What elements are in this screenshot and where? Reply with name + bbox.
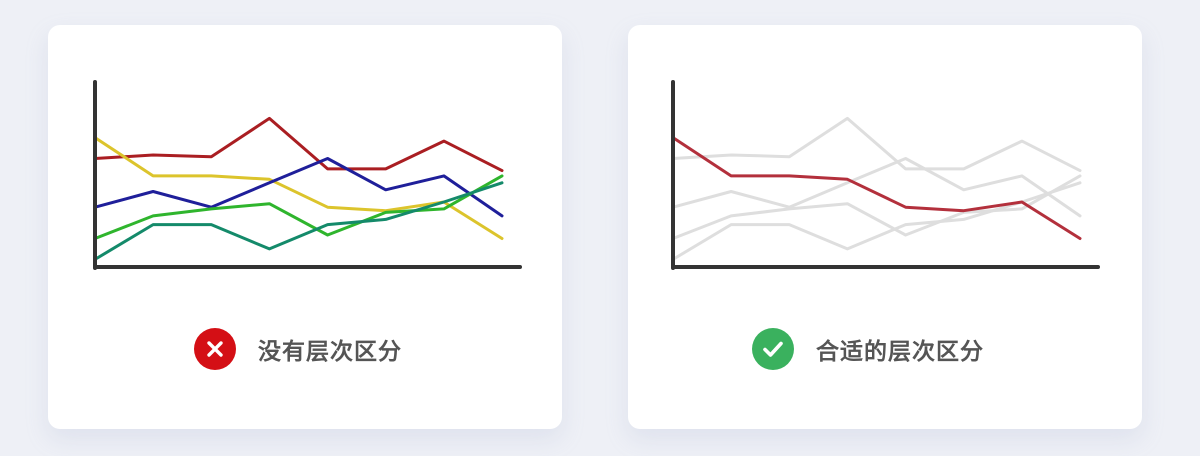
bad-example-label: 没有层次区分 bbox=[258, 339, 402, 365]
series-line-3 bbox=[93, 157, 504, 218]
series-layer bbox=[671, 116, 1082, 261]
success-badge bbox=[752, 328, 794, 370]
close-icon bbox=[207, 341, 223, 357]
check-icon bbox=[763, 341, 783, 357]
good-example-label: 合适的层次区分 bbox=[816, 339, 984, 365]
bad-example-caption: 没有层次区分 bbox=[194, 328, 402, 370]
series-line-1 bbox=[93, 116, 504, 173]
error-badge bbox=[194, 328, 236, 370]
series-line-3 bbox=[671, 157, 1082, 218]
bad-example-card: 没有层次区分 bbox=[48, 25, 562, 429]
good-example-caption: 合适的层次区分 bbox=[752, 328, 984, 370]
series-line-1 bbox=[671, 116, 1082, 173]
series-line-4 bbox=[93, 174, 504, 240]
series-line-4 bbox=[671, 174, 1082, 240]
bad-example-line-chart bbox=[93, 80, 522, 270]
series-layer bbox=[93, 116, 504, 261]
good-example-card: 合适的层次区分 bbox=[628, 25, 1142, 429]
good-example-line-chart bbox=[671, 80, 1100, 270]
